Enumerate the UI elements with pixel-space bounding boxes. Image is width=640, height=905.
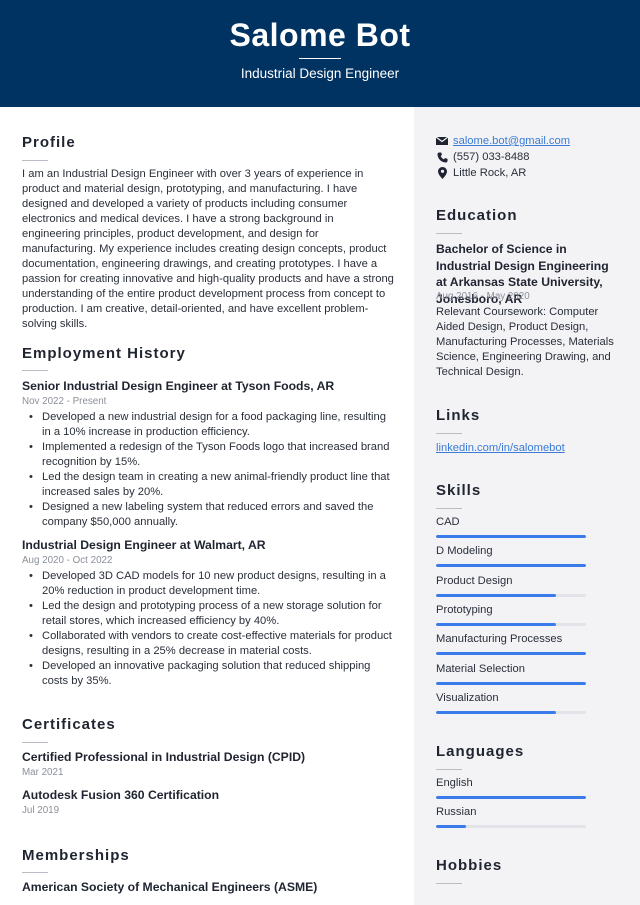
skill-level-bar: [436, 825, 586, 828]
skill-level-fill: [436, 622, 556, 626]
skill-level-fill: [436, 681, 586, 685]
profile-divider: [22, 160, 48, 161]
profile-text: I am an Industrial Design Engineer with …: [22, 168, 394, 330]
skill-level-bar: [436, 564, 586, 568]
job-title: Senior Industrial Design Engineer at Tys…: [22, 379, 335, 393]
skill-level-bar: [436, 710, 586, 714]
job-dates: Nov 2022 - Present: [22, 396, 107, 407]
job-bullet: Developed an innovative packaging soluti…: [22, 659, 394, 689]
certificate-title: Autodesk Fusion 360 Certification: [22, 788, 220, 802]
candidate-title: Industrial Design Engineer: [240, 66, 400, 81]
employment-heading: Employment History: [22, 345, 186, 362]
skill-label: Visualization: [436, 691, 499, 704]
job-bullet: Developed 3D CAD models for 10 new produ…: [22, 569, 394, 599]
map-pin-icon: [436, 167, 448, 179]
skill-label: Material Selection: [436, 662, 525, 675]
hobbies-heading: Hobbies: [436, 857, 503, 874]
skill-label: Manufacturing Processes: [436, 633, 563, 646]
skill-level-bar: [436, 593, 586, 597]
job-bullet: Led the design team in creating a new an…: [22, 470, 394, 500]
skill-level-fill: [436, 825, 466, 828]
contact-location: Little Rock, AR: [436, 165, 526, 181]
memberships-divider: [22, 872, 48, 873]
job-bullet: Implemented a redesign of the Tyson Food…: [22, 440, 394, 470]
hobbies-divider: [436, 883, 462, 884]
skill-label: Russian: [436, 806, 477, 818]
email-link[interactable]: salome.bot@gmail.com: [453, 135, 570, 147]
skill-level-bar: [436, 652, 586, 656]
phone-number: (557) 033-8488: [453, 151, 530, 163]
phone-icon: [436, 151, 448, 163]
skills-divider: [436, 508, 462, 509]
job-bullets: Developed a new industrial design for a …: [22, 410, 394, 530]
certificate-date: Jul 2019: [22, 805, 60, 816]
skill-label: CAD: [436, 516, 460, 528]
header-divider: [299, 58, 341, 59]
certificate-date: Mar 2021: [22, 767, 64, 778]
skill-level-fill: [436, 564, 586, 568]
links-heading: Links: [436, 407, 481, 424]
skill-level-fill: [436, 593, 556, 597]
skills-heading: Skills: [436, 482, 482, 499]
membership-title: American Society of Mechanical Engineers…: [22, 880, 318, 894]
certificates-divider: [22, 742, 48, 743]
skill-level-fill: [436, 796, 586, 799]
skill-level-bar: [436, 622, 586, 626]
job-bullet: Designed a new labeling system that redu…: [22, 500, 394, 530]
certificates-heading: Certificates: [22, 716, 116, 733]
skill-label: Product Design: [436, 574, 513, 587]
links-divider: [436, 433, 462, 434]
job-title: Industrial Design Engineer at Walmart, A…: [22, 538, 266, 552]
skill-level-fill: [436, 710, 556, 714]
skill-level-fill: [436, 652, 586, 656]
job-bullet: Developed a new industrial design for a …: [22, 410, 394, 440]
location-text: Little Rock, AR: [453, 167, 527, 179]
memberships-heading: Memberships: [22, 847, 130, 864]
education-heading: Education: [436, 207, 518, 224]
contact-email: salome.bot@gmail.com: [436, 133, 570, 149]
education-dates: Aug 2016 - May 2020: [436, 291, 530, 302]
job-bullet: Collaborated with vendors to create cost…: [22, 629, 394, 659]
skill-label: D Modeling: [436, 545, 493, 558]
job-bullet: Led the design and prototyping process o…: [22, 599, 394, 629]
linkedin-link[interactable]: linkedin.com/in/salomebot: [436, 441, 565, 456]
skill-level-bar: [436, 796, 586, 799]
education-divider: [436, 233, 462, 234]
skill-level-bar: [436, 681, 586, 685]
skill-label: English: [436, 777, 473, 789]
job-bullets: Developed 3D CAD models for 10 new produ…: [22, 569, 394, 689]
certificate-title: Certified Professional in Industrial Des…: [22, 750, 306, 764]
resume-header: Salome Bot Industrial Design Engineer: [0, 0, 640, 107]
skill-level-fill: [436, 535, 586, 538]
education-description: Relevant Coursework: Computer Aided Desi…: [436, 306, 614, 378]
job-dates: Aug 2020 - Oct 2022: [22, 555, 113, 566]
languages-divider: [436, 769, 462, 770]
candidate-name: Salome Bot: [229, 17, 411, 53]
employment-divider: [22, 370, 48, 371]
languages-heading: Languages: [436, 743, 525, 760]
envelope-icon: [436, 135, 448, 147]
profile-heading: Profile: [22, 134, 76, 151]
skill-level-bar: [436, 535, 586, 538]
contact-phone: (557) 033-8488: [436, 149, 530, 165]
skill-label: Prototyping: [436, 603, 493, 616]
